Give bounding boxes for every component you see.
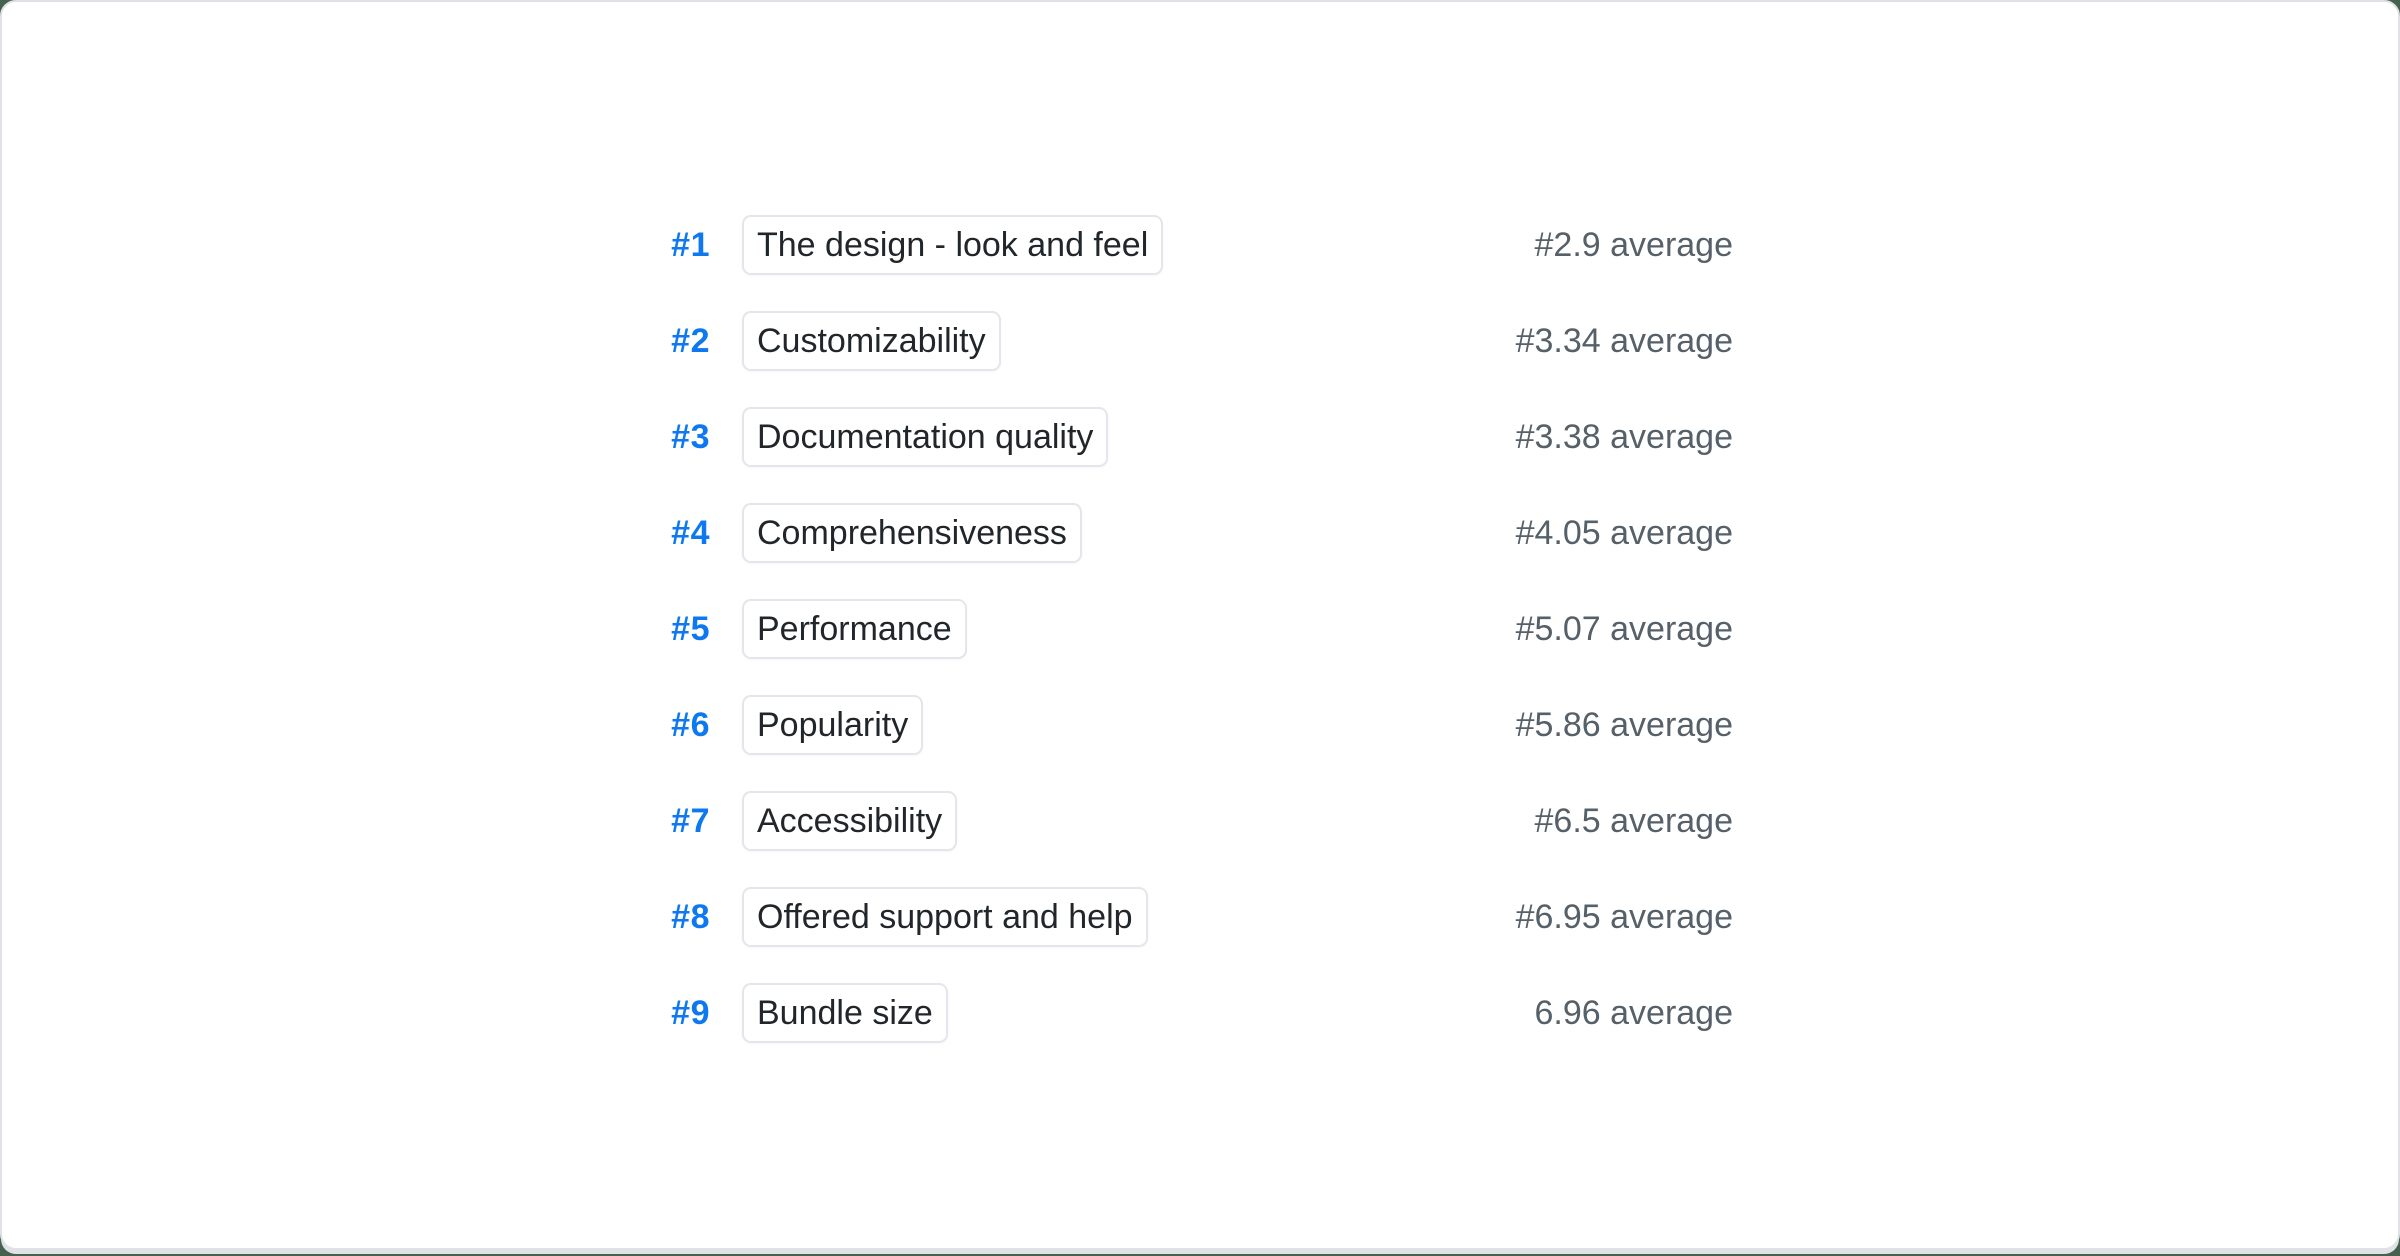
average-value: #6.5 average <box>1535 802 1734 841</box>
ranking-row: #4 Comprehensiveness #4.05 average <box>648 485 1733 581</box>
average-value: 6.96 average <box>1535 994 1734 1033</box>
average-value: #4.05 average <box>1516 514 1733 553</box>
option-label: Popularity <box>757 706 908 745</box>
ranking-row: #3 Documentation quality #3.38 average <box>648 389 1733 485</box>
option-chip[interactable]: The design - look and feel <box>742 215 1163 275</box>
ranking-row: #5 Performance #5.07 average <box>648 581 1733 677</box>
ranking-row: #1 The design - look and feel #2.9 avera… <box>648 197 1733 293</box>
ranking-row: #6 Popularity #5.86 average <box>648 677 1733 773</box>
ranking-row: #7 Accessibility #6.5 average <box>648 773 1733 869</box>
average-value: #3.34 average <box>1516 322 1733 361</box>
option-label: The design - look and feel <box>757 226 1148 265</box>
rank-number: #2 <box>648 322 710 361</box>
average-value: #6.95 average <box>1516 898 1733 937</box>
ranking-row: #8 Offered support and help #6.95 averag… <box>648 869 1733 965</box>
option-chip[interactable]: Accessibility <box>742 791 957 851</box>
option-label: Bundle size <box>757 994 933 1033</box>
rank-number: #7 <box>648 802 710 841</box>
average-value: #2.9 average <box>1535 226 1734 265</box>
option-label: Accessibility <box>757 802 942 841</box>
rank-number: #5 <box>648 610 710 649</box>
option-chip[interactable]: Performance <box>742 599 967 659</box>
option-label: Performance <box>757 610 952 649</box>
average-value: #5.86 average <box>1516 706 1733 745</box>
rank-number: #8 <box>648 898 710 937</box>
option-chip[interactable]: Comprehensiveness <box>742 503 1082 563</box>
option-chip[interactable]: Documentation quality <box>742 407 1108 467</box>
rank-number: #4 <box>648 514 710 553</box>
average-value: #3.38 average <box>1516 418 1733 457</box>
rank-number: #1 <box>648 226 710 265</box>
rank-number: #9 <box>648 994 710 1033</box>
option-chip[interactable]: Popularity <box>742 695 923 755</box>
option-label: Offered support and help <box>757 898 1133 937</box>
rank-number: #3 <box>648 418 710 457</box>
ranking-row: #9 Bundle size 6.96 average <box>648 965 1733 1061</box>
option-label: Comprehensiveness <box>757 514 1067 553</box>
ranking-row: #2 Customizability #3.34 average <box>648 293 1733 389</box>
ranking-list: #1 The design - look and feel #2.9 avera… <box>648 197 1733 1061</box>
option-label: Documentation quality <box>757 418 1093 457</box>
option-chip[interactable]: Customizability <box>742 311 1001 371</box>
rank-number: #6 <box>648 706 710 745</box>
option-label: Customizability <box>757 322 986 361</box>
option-chip[interactable]: Offered support and help <box>742 887 1148 947</box>
results-card: #1 The design - look and feel #2.9 avera… <box>0 0 2400 1250</box>
option-chip[interactable]: Bundle size <box>742 983 948 1043</box>
average-value: #5.07 average <box>1516 610 1733 649</box>
